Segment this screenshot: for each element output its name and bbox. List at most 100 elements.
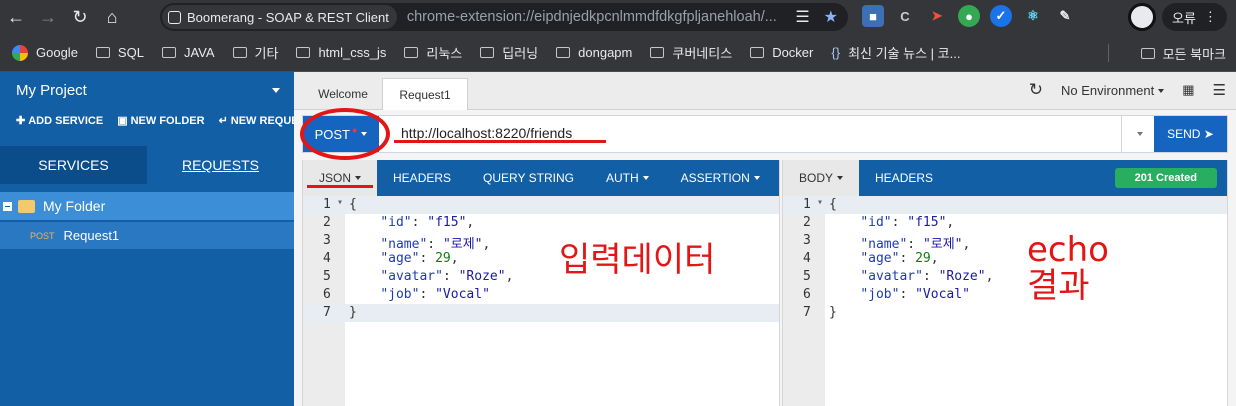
all-bookmarks[interactable]: 모든 북마크 xyxy=(1140,44,1226,63)
profile-error-button[interactable]: 오류 ⋮ xyxy=(1162,3,1227,31)
project-menu-caret-icon[interactable] xyxy=(272,88,280,93)
extension-4-icon[interactable]: ● xyxy=(958,5,980,27)
tree-request-item[interactable]: POST Request1 xyxy=(0,222,294,249)
refresh-icon[interactable]: ↻ xyxy=(1029,80,1043,100)
tab-headers[interactable]: HEADERS xyxy=(377,160,467,196)
fold-icon[interactable]: ▾ xyxy=(817,197,823,208)
environment-select[interactable]: No Environment xyxy=(1061,83,1165,98)
folder-icon xyxy=(480,47,495,58)
bookmark-linux[interactable]: 리눅스 xyxy=(404,43,462,62)
json-key: "age" xyxy=(380,251,420,266)
tab-json[interactable]: JSON xyxy=(303,160,378,196)
line-number: 3 xyxy=(323,233,331,248)
add-service-button[interactable]: ✚ ADD SERVICE xyxy=(16,114,103,127)
browser-toolbar: ← → ↻ ⌂ Boomerang - SOAP & REST Client c… xyxy=(0,0,1236,34)
bookmark-label: html_css_js xyxy=(318,45,387,60)
check-icon[interactable]: ✓ xyxy=(990,5,1012,27)
extensions-icon[interactable]: ✎ xyxy=(1054,5,1076,27)
json-key: "id" xyxy=(380,215,412,230)
response-editor[interactable]: 1 ▾ { 2 "id": "f15", 3 "name": "로제", 4 "ag… xyxy=(783,196,1227,406)
tab-query-string[interactable]: QUERY STRING xyxy=(467,160,590,196)
bookmark-label: 딥러닝 xyxy=(502,46,539,61)
new-request-icon: ↵ xyxy=(218,115,228,127)
project-title[interactable]: My Project xyxy=(16,82,87,99)
project-actions: ✚ ADD SERVICE ▣ NEW FOLDER ↵ NEW REQUEST xyxy=(16,114,313,127)
bookmark-label: 최신 기술 뉴스 | 코... xyxy=(848,46,961,61)
extension-1-icon[interactable]: ■ xyxy=(862,5,884,27)
tab-body[interactable]: BODY xyxy=(783,160,860,196)
code-line: 2 "id": "f15", xyxy=(323,215,475,230)
extension-2-icon[interactable]: C xyxy=(894,5,916,27)
response-panel-tabs: BODY HEADERS 201 Created xyxy=(783,160,1227,196)
line-number: 7 xyxy=(323,305,331,320)
tab-welcome[interactable]: Welcome xyxy=(302,78,384,110)
swift-icon[interactable]: ➤ xyxy=(926,5,948,27)
tab-requests[interactable]: REQUESTS xyxy=(147,146,294,184)
tab-auth[interactable]: AUTH xyxy=(590,160,665,196)
braces-icon: {} xyxy=(831,45,841,60)
json-value: 29 xyxy=(915,251,931,266)
folder-icon xyxy=(650,47,665,58)
environment-controls: ↻ No Environment ▦ ☰ xyxy=(1029,80,1226,100)
code-text: { xyxy=(829,197,837,212)
react-icon[interactable]: ⚛ xyxy=(1022,5,1044,27)
tab-assertion[interactable]: ASSERTION xyxy=(665,160,776,196)
bookmark-html[interactable]: html_css_js xyxy=(296,45,386,60)
json-comma: , xyxy=(985,269,994,284)
bookmark-sql[interactable]: SQL xyxy=(95,45,144,60)
forward-icon[interactable]: → xyxy=(32,1,64,33)
tree-folder-my-folder[interactable]: My Folder xyxy=(0,192,294,220)
avatar[interactable] xyxy=(1128,3,1156,31)
reload-icon[interactable]: ↻ xyxy=(64,1,96,33)
send-button[interactable]: SEND ➤ xyxy=(1154,116,1227,152)
tab-label: QUERY STRING xyxy=(483,171,574,185)
code-line: 5 "avatar": "Roze", xyxy=(803,269,994,284)
response-panel: BODY HEADERS 201 Created 1 ▾ { 2 "id": "f1… xyxy=(782,160,1228,406)
fold-icon[interactable]: ▾ xyxy=(337,197,343,208)
back-icon[interactable]: ← xyxy=(0,1,32,33)
url-history-dropdown[interactable] xyxy=(1121,116,1153,152)
bookmark-dongapm[interactable]: dongapm xyxy=(556,45,632,60)
url-row: POST ● http://localhost:8220/friends SEND… xyxy=(302,115,1228,153)
request-tabs-bar: Welcome Request1 ↻ No Environment ▦ ☰ xyxy=(294,72,1236,110)
folder-icon xyxy=(232,47,247,58)
code-line: 1 ▾ { xyxy=(303,196,779,214)
json-key: "id" xyxy=(860,215,892,230)
translate-icon[interactable]: ☰ xyxy=(795,7,809,27)
google-icon xyxy=(12,44,28,61)
bookmark-label: Google xyxy=(36,45,78,60)
line-number: 1 xyxy=(323,197,331,212)
new-folder-button[interactable]: ▣ NEW FOLDER xyxy=(117,114,204,127)
json-comma: , xyxy=(946,215,955,230)
tab-label: BODY xyxy=(799,171,834,185)
collapse-icon[interactable] xyxy=(3,201,12,211)
tab-request1[interactable]: Request1 xyxy=(382,78,468,110)
code-line: 1 ▾ { xyxy=(783,196,1227,214)
bookmark-deeplearning[interactable]: 딥러닝 xyxy=(480,43,538,62)
address-bar[interactable]: Boomerang - SOAP & REST Client chrome-ex… xyxy=(160,3,848,31)
url-input[interactable]: http://localhost:8220/friends xyxy=(401,125,572,141)
tab-services[interactable]: SERVICES xyxy=(0,146,147,184)
menu-icon[interactable]: ☰ xyxy=(1213,81,1226,99)
json-key: "avatar" xyxy=(860,269,923,284)
tab-label: AUTH xyxy=(605,171,639,185)
bookmark-etc[interactable]: 기타 xyxy=(232,43,278,62)
bookmark-docker[interactable]: Docker xyxy=(750,45,813,60)
bookmark-google[interactable]: Google xyxy=(12,44,78,61)
bookmark-kubernetes[interactable]: 쿠버네티스 xyxy=(650,43,732,62)
json-comma: , xyxy=(930,251,939,266)
extension-icon xyxy=(168,10,181,24)
request-editor[interactable]: 1 ▾{ 2 "id": "f15", 3 "name": "로제", 4 "ag… xyxy=(303,196,779,406)
site-chip[interactable]: Boomerang - SOAP & REST Client xyxy=(162,5,397,29)
tab-response-headers[interactable]: HEADERS xyxy=(859,160,949,196)
bookmark-label: Docker xyxy=(772,45,814,60)
bookmark-tech-news[interactable]: {} 최신 기술 뉴스 | 코... xyxy=(831,43,960,62)
star-icon[interactable]: ★ xyxy=(824,7,838,27)
main-area: Welcome Request1 ↻ No Environment ▦ ☰ PO… xyxy=(294,72,1236,406)
folder-plus-icon: ▣ xyxy=(117,115,128,127)
comment-icon[interactable]: ▦ xyxy=(1182,82,1194,98)
line-number: 6 xyxy=(803,287,811,302)
bookmark-java[interactable]: JAVA xyxy=(161,45,215,60)
home-icon[interactable]: ⌂ xyxy=(96,1,128,33)
folder-icon xyxy=(296,47,311,58)
